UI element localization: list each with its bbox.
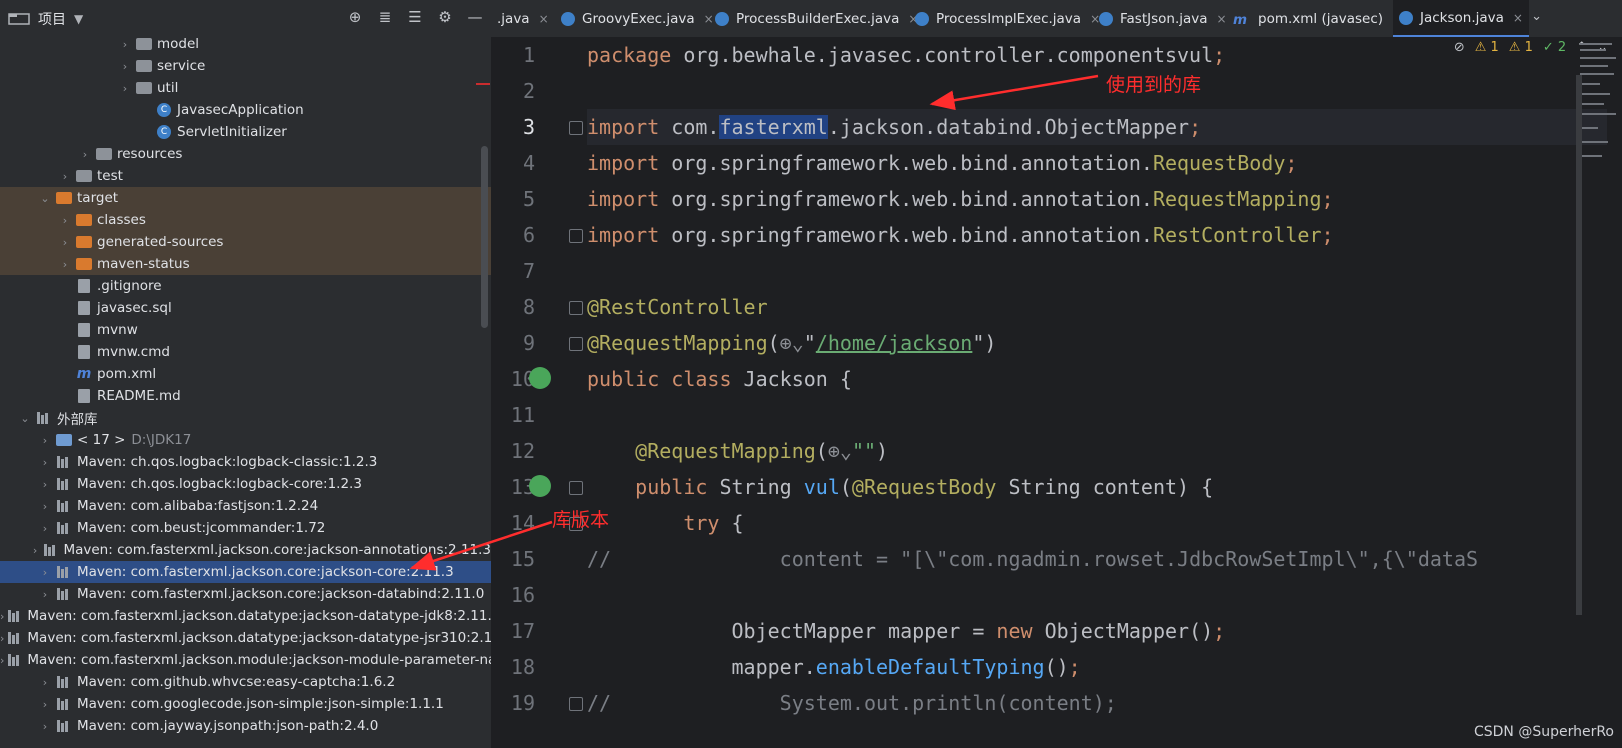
annotation-arrows [409,74,1099,571]
arrow-to-import [929,74,1099,111]
ide-window: 项目 ▼ ⊕ ≣ ☰ ⚙ — › model › service › util C Javas… [0,0,1622,748]
watermark: CSDN @SuperherRo [1473,724,1614,740]
arrow-to-jackson-core [409,520,553,571]
